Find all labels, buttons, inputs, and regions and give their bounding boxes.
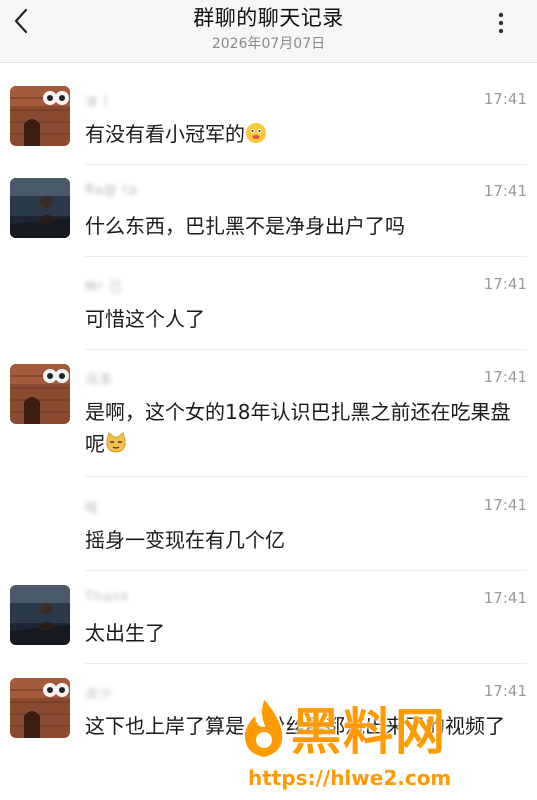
sender-name: 冯多 — [85, 373, 114, 388]
message-text: 可惜这个人了 — [85, 307, 205, 331]
brick-building-avatar-icon — [10, 364, 70, 424]
avatar[interactable] — [10, 86, 70, 146]
message-text: 什么东西，巴扎黑不是净身出户了吗 — [85, 214, 405, 238]
avatar[interactable] — [10, 364, 70, 424]
watermark: 黑料网 https://hlwe2.com — [236, 688, 536, 800]
avatar[interactable] — [10, 678, 70, 738]
person-on-boat-avatar-icon — [10, 178, 70, 238]
message-text: 是啊，这个女的18年认识巴扎黑之前还在吃果盘呢 — [85, 400, 511, 456]
message-text: 摇身一变现在有几个亿 — [85, 528, 285, 552]
brick-building-avatar-icon — [10, 86, 70, 146]
message-time: 17:41 — [483, 182, 527, 200]
message-time: 17:41 — [483, 589, 527, 607]
sender-name: Mr 已 — [85, 280, 123, 295]
flame-logo-icon — [242, 696, 285, 760]
header-bar: 群聊的聊天记录 2026年07月07日 — [0, 0, 537, 63]
message-divider — [85, 663, 527, 664]
smile-face-icon — [246, 123, 266, 143]
sender-name: Thank — [85, 590, 130, 605]
more-options-button[interactable] — [491, 8, 511, 38]
message-text: 太出生了 — [85, 621, 165, 645]
message-time: 17:41 — [483, 496, 527, 514]
watermark-brand: 黑料网 — [291, 703, 447, 761]
page-title: 群聊的聊天记录 — [193, 6, 344, 30]
cat-face-icon — [106, 432, 126, 453]
more-vertical-icon — [498, 12, 504, 34]
message-divider — [85, 164, 527, 165]
message-divider — [85, 570, 527, 571]
message-time: 17:41 — [483, 275, 527, 293]
chat-date: 2026年07月07日 — [211, 36, 326, 52]
message-divider — [85, 476, 527, 477]
message-time: 17:41 — [483, 368, 527, 386]
message-text: 有没有看小冠军的 — [85, 118, 525, 150]
avatar[interactable] — [10, 178, 70, 238]
message-divider — [85, 256, 527, 257]
sender-name: Ra@ ta — [85, 183, 138, 198]
sender-name: 点少 — [85, 687, 114, 702]
person-on-boat-avatar-icon — [10, 585, 70, 645]
avatar[interactable] — [10, 585, 70, 645]
brick-building-avatar-icon — [10, 678, 70, 738]
sender-name: 冰丨 — [85, 95, 114, 110]
message-divider — [85, 349, 527, 350]
sender-name: 哈 — [85, 501, 100, 516]
watermark-url: https://hlwe2.com — [248, 766, 452, 790]
message-time: 17:41 — [483, 90, 527, 108]
